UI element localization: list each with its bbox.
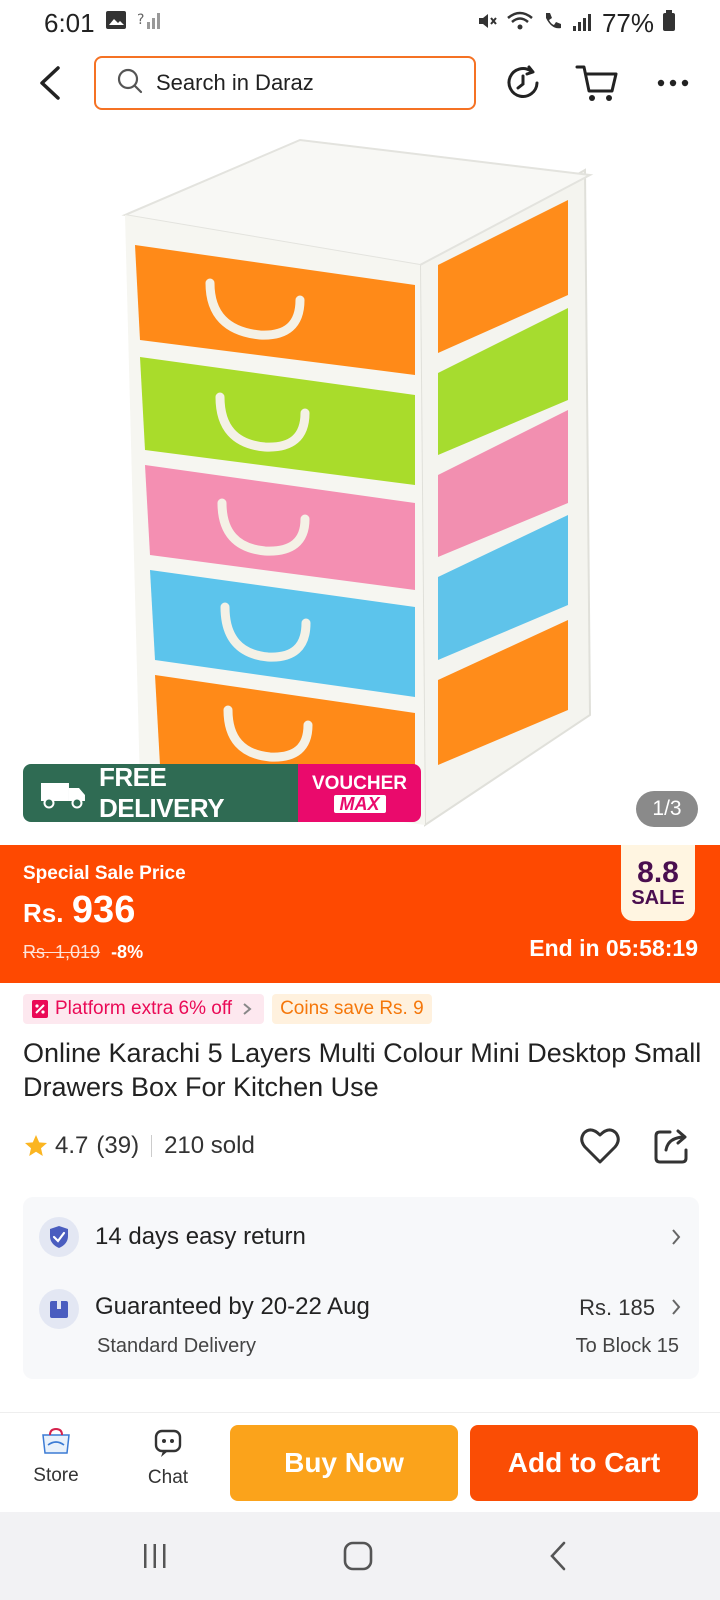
- delivery-row[interactable]: Guaranteed by 20-22 Aug Standard Deliver…: [39, 1289, 683, 1365]
- current-price: Rs. 936: [23, 889, 135, 932]
- cart-icon[interactable]: [574, 60, 620, 106]
- voucher-label: VOUCHER: [311, 772, 407, 794]
- original-price: Rs. 1,019: [23, 942, 101, 962]
- bottom-action-bar: Store Chat Buy Now Add to Cart: [0, 1412, 720, 1512]
- return-policy-text: 14 days easy return: [95, 1223, 306, 1250]
- image-counter: 1/3: [636, 791, 698, 827]
- voucher-max-badge: VOUCHER MAX: [298, 764, 421, 822]
- sale-date: 8.8: [637, 856, 679, 889]
- top-navigation: Search in Daraz: [0, 54, 720, 112]
- history-button[interactable]: [500, 60, 546, 106]
- campaign-sale-tag: 8.8 SALE: [621, 845, 695, 921]
- back-button[interactable]: [32, 62, 72, 104]
- recent-apps-icon[interactable]: [130, 1536, 180, 1576]
- rating-value: 4.7: [55, 1132, 89, 1159]
- shield-check-icon: [39, 1217, 79, 1257]
- store-button[interactable]: Store: [16, 1427, 96, 1497]
- discount-percent: -8%: [111, 942, 144, 962]
- coins-save-chip[interactable]: Coins save Rs. 9: [272, 994, 432, 1024]
- system-navigation-bar: [0, 1512, 720, 1600]
- no-signal-icon: ?: [137, 10, 161, 36]
- chevron-right-icon: [672, 1229, 681, 1245]
- chevron-right-icon: [672, 1299, 681, 1315]
- price-amount: 936: [71, 889, 136, 931]
- delivery-location: To Block 15: [575, 1335, 679, 1357]
- search-placeholder: Search in Daraz: [156, 70, 314, 95]
- more-options-icon[interactable]: [650, 60, 696, 106]
- signal-icon: [572, 8, 594, 39]
- mute-icon: [476, 8, 498, 39]
- voucher-max-label: MAX: [333, 794, 386, 813]
- home-icon[interactable]: [333, 1536, 383, 1576]
- delivery-fee: Rs. 185: [579, 1295, 655, 1320]
- chat-label: Chat: [147, 1467, 189, 1488]
- store-logo-icon: [42, 1427, 70, 1454]
- search-icon: [116, 67, 144, 100]
- system-back-icon[interactable]: [534, 1536, 584, 1576]
- share-icon[interactable]: [650, 1124, 694, 1168]
- delivery-method: Standard Delivery: [97, 1335, 256, 1357]
- promo-row: Platform extra 6% off Coins save Rs. 9: [23, 994, 432, 1024]
- store-label: Store: [33, 1465, 79, 1486]
- price-label: Special Sale Price: [23, 863, 186, 884]
- gallery-notification-icon: [105, 10, 127, 36]
- platform-discount-chip[interactable]: Platform extra 6% off: [23, 994, 265, 1024]
- divider: [151, 1135, 153, 1157]
- search-input[interactable]: Search in Daraz: [94, 56, 476, 110]
- delivery-box-icon: [39, 1289, 79, 1329]
- wifi-icon: [506, 8, 534, 39]
- service-card: 14 days easy return Guaranteed by 20-22 …: [23, 1197, 699, 1379]
- product-title: Online Karachi 5 Layers Multi Colour Min…: [23, 1038, 702, 1102]
- price-currency: Rs.: [23, 898, 64, 928]
- original-price-row: Rs. 1,019 -8%: [23, 942, 143, 963]
- chat-icon: [154, 1429, 182, 1457]
- return-policy-row[interactable]: 14 days easy return: [39, 1215, 683, 1259]
- coupon-icon: [32, 1000, 48, 1018]
- wifi-calling-icon: [542, 8, 564, 39]
- free-delivery-label: FREE DELIVERY: [98, 762, 225, 823]
- clock: 6:01: [44, 7, 95, 38]
- star-icon: [25, 1135, 47, 1156]
- price-banner: Special Sale Price Rs. 936 Rs. 1,019 -8%…: [0, 845, 720, 983]
- wishlist-heart-icon[interactable]: [578, 1124, 622, 1168]
- platform-discount-label: Platform extra 6% off: [55, 998, 233, 1019]
- add-to-cart-button[interactable]: Add to Cart: [470, 1425, 698, 1501]
- sale-countdown: End in 05:58:19: [529, 935, 698, 961]
- coins-save-label: Coins save Rs. 9: [280, 998, 424, 1019]
- product-photo: [121, 138, 594, 827]
- svg-text:?: ?: [137, 12, 144, 28]
- battery-level: 77%: [601, 7, 654, 38]
- status-bar: 6:01 ? 77%: [0, 0, 720, 46]
- chevron-right-icon: [243, 1003, 252, 1015]
- battery-icon: [662, 8, 676, 39]
- chat-button[interactable]: Chat: [128, 1427, 208, 1497]
- delivery-estimate: Guaranteed by 20-22 Aug: [95, 1293, 370, 1320]
- sold-count: 210 sold: [164, 1132, 255, 1159]
- delivery-truck-icon: [40, 783, 85, 809]
- sale-word: SALE: [631, 887, 685, 909]
- buy-now-button[interactable]: Buy Now: [230, 1425, 458, 1501]
- review-count: (39): [96, 1132, 140, 1159]
- free-delivery-badge: FREE DELIVERY: [23, 762, 298, 823]
- product-image-carousel[interactable]: [0, 125, 720, 845]
